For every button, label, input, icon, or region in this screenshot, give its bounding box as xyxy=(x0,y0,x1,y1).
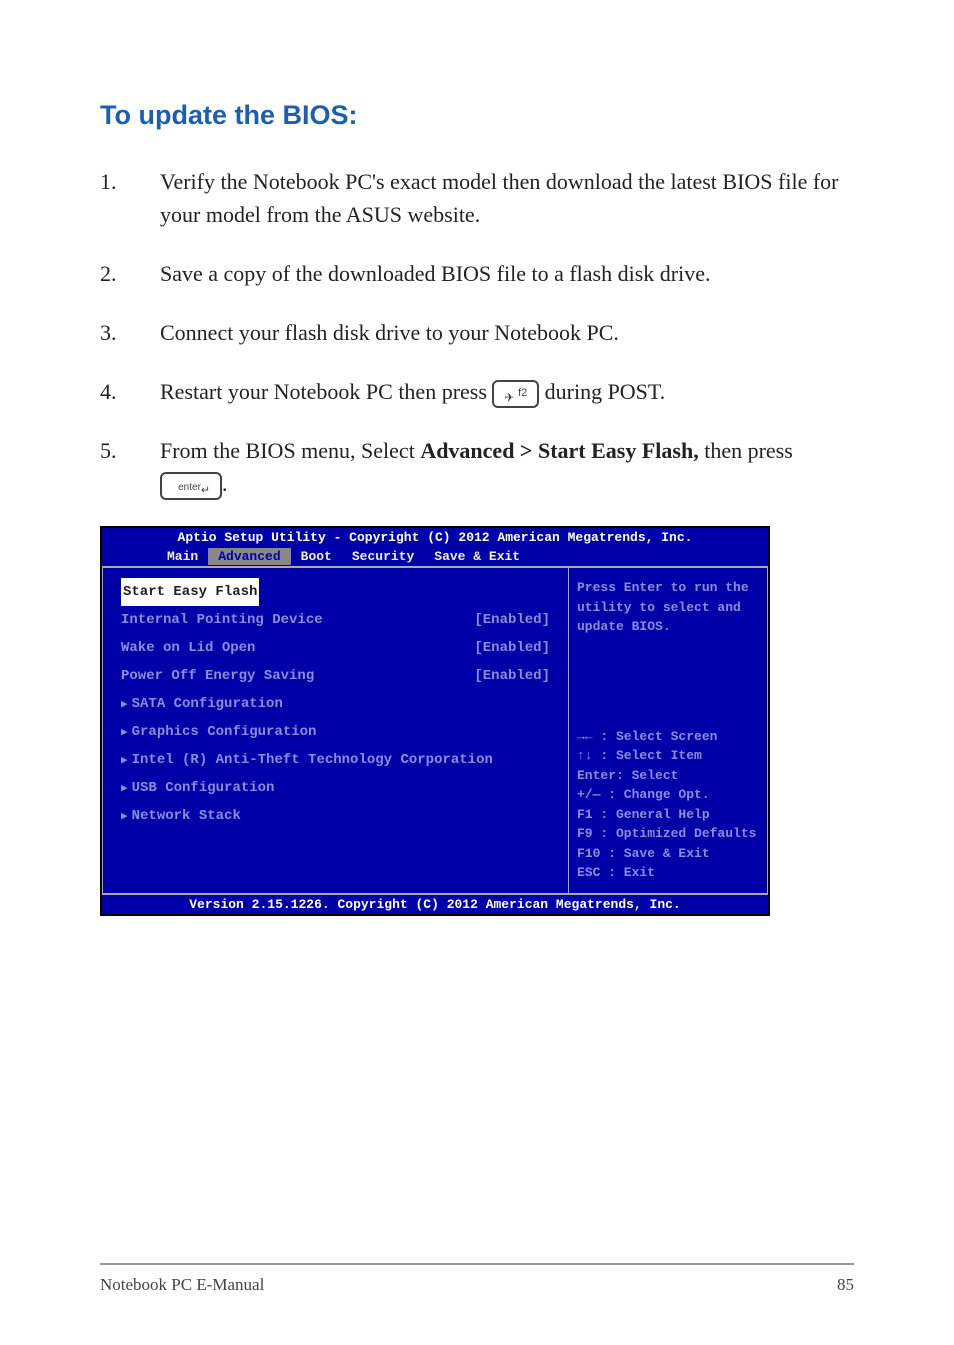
step-text: Save a copy of the downloaded BIOS file … xyxy=(160,257,854,290)
step-prefix: Restart your Notebook PC then press xyxy=(160,379,492,404)
enter-key-icon: enter↵ xyxy=(160,472,222,500)
bios-item: Internal Pointing Device [Enabled] xyxy=(121,606,550,634)
bios-item-label: Graphics Configuration xyxy=(121,724,316,740)
bios-key-line: ↑↓ : Select Item xyxy=(577,746,759,766)
footer-left: Notebook PC E-Manual xyxy=(100,1275,264,1295)
step-mid: then press xyxy=(704,438,793,463)
bios-key-line: F10 : Save & Exit xyxy=(577,844,759,864)
bios-item-label: Intel (R) Anti-Theft Technology Corporat… xyxy=(121,752,493,768)
bios-key-line: ESC : Exit xyxy=(577,863,759,883)
bios-item-value: [Enabled] xyxy=(474,662,550,690)
bios-tab-save-exit: Save & Exit xyxy=(424,548,530,565)
step-number: 4. xyxy=(100,375,160,408)
bios-item-label: Network Stack xyxy=(121,808,241,824)
bios-key-line: Enter: Select xyxy=(577,766,759,786)
step-3: 3. Connect your flash disk drive to your… xyxy=(100,316,854,349)
step-4: 4. Restart your Notebook PC then press ✈… xyxy=(100,375,854,408)
bios-item-label: Power Off Energy Saving xyxy=(121,662,314,690)
bios-key-line: F1 : General Help xyxy=(577,805,759,825)
step-text: Connect your flash disk drive to your No… xyxy=(160,316,854,349)
step-prefix: From the BIOS menu, Select xyxy=(160,438,420,463)
step-text: Restart your Notebook PC then press ✈ f2… xyxy=(160,375,854,408)
step-bold: Advanced > Start Easy Flash, xyxy=(420,438,698,463)
bios-item-label: Start Easy Flash xyxy=(121,578,259,606)
bios-key-line: F9 : Optimized Defaults xyxy=(577,824,759,844)
bios-key-help: →← : Select Screen ↑↓ : Select Item Ente… xyxy=(577,727,759,883)
bios-key-line: +/— : Change Opt. xyxy=(577,785,759,805)
bios-item: Graphics Configuration xyxy=(121,718,550,746)
bios-screenshot: Aptio Setup Utility - Copyright (C) 2012… xyxy=(100,526,770,916)
bios-titlebar: Aptio Setup Utility - Copyright (C) 2012… xyxy=(102,528,768,547)
bios-item: Start Easy Flash xyxy=(121,578,550,606)
bios-item-label: Wake on Lid Open xyxy=(121,634,255,662)
bios-item: Intel (R) Anti-Theft Technology Corporat… xyxy=(121,746,550,774)
step-2: 2. Save a copy of the downloaded BIOS fi… xyxy=(100,257,854,290)
bios-tab-security: Security xyxy=(342,548,424,565)
bios-item-label: Internal Pointing Device xyxy=(121,606,323,634)
bios-menubar: Main Advanced Boot Security Save & Exit xyxy=(102,547,768,566)
section-heading: To update the BIOS: xyxy=(100,100,854,131)
bios-item-label: USB Configuration xyxy=(121,780,274,796)
step-number: 2. xyxy=(100,257,160,290)
bios-left-panel: Start Easy Flash Internal Pointing Devic… xyxy=(102,567,568,894)
bios-item-label: SATA Configuration xyxy=(121,696,283,712)
bios-tab-boot: Boot xyxy=(291,548,342,565)
bios-item: SATA Configuration xyxy=(121,690,550,718)
step-number: 3. xyxy=(100,316,160,349)
step-suffix: during POST. xyxy=(545,379,666,404)
bios-right-panel: Press Enter to run the utility to select… xyxy=(568,567,768,894)
bios-tab-advanced: Advanced xyxy=(208,548,290,565)
page-footer: Notebook PC E-Manual 85 xyxy=(100,1263,854,1295)
bios-item-value: [Enabled] xyxy=(474,606,550,634)
step-text: Verify the Notebook PC's exact model the… xyxy=(160,165,854,231)
bios-body: Start Easy Flash Internal Pointing Devic… xyxy=(102,566,768,894)
bios-item-value: [Enabled] xyxy=(474,634,550,662)
bios-item: Network Stack xyxy=(121,802,550,830)
step-5: 5. From the BIOS menu, Select Advanced >… xyxy=(100,434,854,500)
f2-key-icon: ✈ f2 xyxy=(492,380,539,408)
bios-tab-main: Main xyxy=(157,548,208,565)
step-text: From the BIOS menu, Select Advanced > St… xyxy=(160,434,854,500)
footer-right: 85 xyxy=(837,1275,854,1295)
step-1: 1. Verify the Notebook PC's exact model … xyxy=(100,165,854,231)
bios-item: USB Configuration xyxy=(121,774,550,802)
step-number: 1. xyxy=(100,165,160,231)
bios-item: Wake on Lid Open [Enabled] xyxy=(121,634,550,662)
step-suffix: . xyxy=(222,471,228,496)
bios-help-text: Press Enter to run the utility to select… xyxy=(577,578,759,637)
bios-key-line: →← : Select Screen xyxy=(577,727,759,747)
bios-footer: Version 2.15.1226. Copyright (C) 2012 Am… xyxy=(102,894,768,914)
bios-item: Power Off Energy Saving [Enabled] xyxy=(121,662,550,690)
step-number: 5. xyxy=(100,434,160,500)
